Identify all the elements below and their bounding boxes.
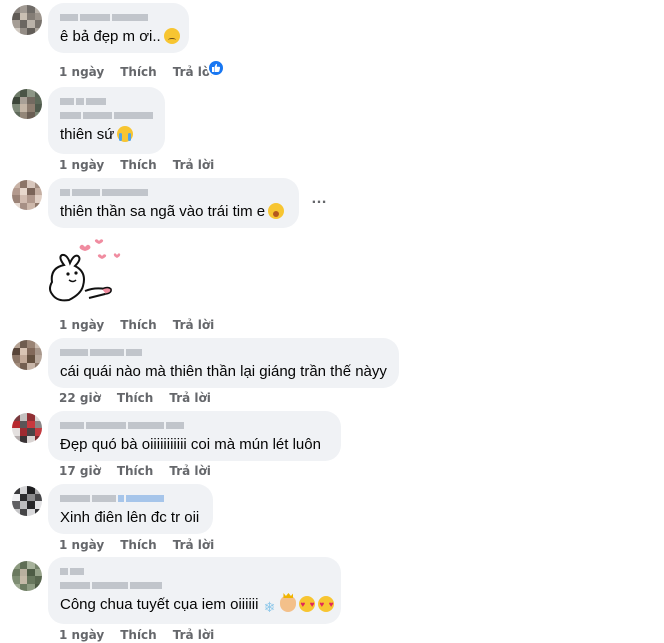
comment-bubble: thiên sứ (48, 87, 165, 154)
avatar[interactable] (12, 486, 42, 516)
avatar[interactable] (12, 89, 42, 119)
like-link[interactable]: Thích (120, 158, 157, 172)
timestamp[interactable]: 17 giờ (59, 464, 101, 478)
surprised-face-icon (268, 203, 285, 219)
comment-actions: 1 ngày Thích Trả lời (59, 318, 214, 332)
timestamp[interactable]: 1 ngày (59, 538, 104, 552)
snowflake-icon: ❄ (263, 599, 276, 615)
comment-actions: 22 giờ Thích Trả lời (59, 391, 211, 405)
avatar[interactable] (12, 561, 42, 591)
avatar[interactable] (12, 180, 42, 210)
timestamp[interactable]: 22 giờ (59, 391, 101, 405)
blurred-author-name[interactable] (60, 186, 287, 198)
reply-link[interactable]: Trả lời (173, 318, 215, 332)
comment-bubble: ê bả đẹp m ơi.. (48, 3, 189, 53)
avatar[interactable] (12, 340, 42, 370)
reply-link[interactable]: Trả lời (173, 158, 215, 172)
reply-link[interactable]: Trả lời (169, 391, 211, 405)
comment-actions: 1 ngày Thích Trả lời (59, 538, 214, 552)
crying-face-icon (117, 126, 134, 142)
like-link[interactable]: Thích (120, 65, 157, 79)
comment-actions: 17 giờ Thích Trả lời (59, 464, 211, 478)
like-link[interactable]: Thích (120, 628, 157, 642)
blurred-author-name[interactable] (60, 95, 153, 107)
like-link[interactable]: Thích (120, 538, 157, 552)
like-link[interactable]: Thích (117, 464, 154, 478)
heart-eyes-icon (299, 595, 316, 615)
comment-text: cái quái nào mà thiên thần lại giáng trầ… (60, 363, 387, 380)
timestamp[interactable]: 1 ngày (59, 158, 104, 172)
timestamp[interactable]: 1 ngày (59, 628, 104, 642)
timestamp[interactable]: 1 ngày (59, 65, 104, 79)
comment-actions: 1 ngày Thích Trả lời (59, 628, 214, 642)
sticker-bunny-hearts[interactable] (44, 236, 124, 316)
blurred-author-name[interactable] (60, 346, 387, 358)
avatar[interactable] (12, 413, 42, 443)
blurred-author-name[interactable] (60, 109, 153, 121)
comment-actions: 1 ngày Thích Trả lời (59, 158, 214, 172)
blurred-author-name[interactable] (60, 492, 201, 504)
blurred-author-name[interactable] (60, 11, 177, 23)
comment-text: Công chua tuyết cụa iem oiiiiii (60, 596, 259, 613)
timestamp[interactable]: 1 ngày (59, 318, 104, 332)
blurred-author-name[interactable] (60, 565, 329, 577)
like-reaction-icon[interactable] (207, 59, 225, 77)
princess-icon (280, 596, 297, 612)
comment-text: ê bả đẹp m ơi.. (60, 28, 161, 45)
blurred-author-name[interactable] (60, 579, 329, 591)
comment-text: Xinh điên lên đc tr oii (60, 509, 200, 526)
comment-bubble: Công chua tuyết cụa iem oiiiiii ❄ (48, 557, 341, 624)
like-link[interactable]: Thích (117, 391, 154, 405)
heart-eyes-icon (318, 595, 335, 615)
sad-face-icon (163, 28, 180, 44)
comment-text: Đẹp quó bà oiiiiiiiiiii coi mà mún lét l… (60, 436, 321, 453)
avatar[interactable] (12, 5, 42, 35)
comment-bubble: thiên thần sa ngã vào trái tim e (48, 178, 299, 228)
comment-text: thiên sứ (60, 126, 115, 143)
comment-bubble: Xinh điên lên đc tr oii (48, 484, 213, 534)
comment-bubble: cái quái nào mà thiên thần lại giáng trầ… (48, 338, 399, 388)
more-options-icon[interactable]: … (311, 190, 328, 208)
blurred-author-name[interactable] (60, 419, 329, 431)
reply-link[interactable]: Trả lời (169, 464, 211, 478)
like-link[interactable]: Thích (120, 318, 157, 332)
comment-text: thiên thần sa ngã vào trái tim e (60, 203, 266, 220)
comment-bubble: Đẹp quó bà oiiiiiiiiiii coi mà mún lét l… (48, 411, 341, 461)
reply-link[interactable]: Trả lời (173, 628, 215, 642)
reply-link[interactable]: Trả lời (173, 538, 215, 552)
comment-actions: 1 ngày Thích Trả lời (59, 65, 214, 79)
